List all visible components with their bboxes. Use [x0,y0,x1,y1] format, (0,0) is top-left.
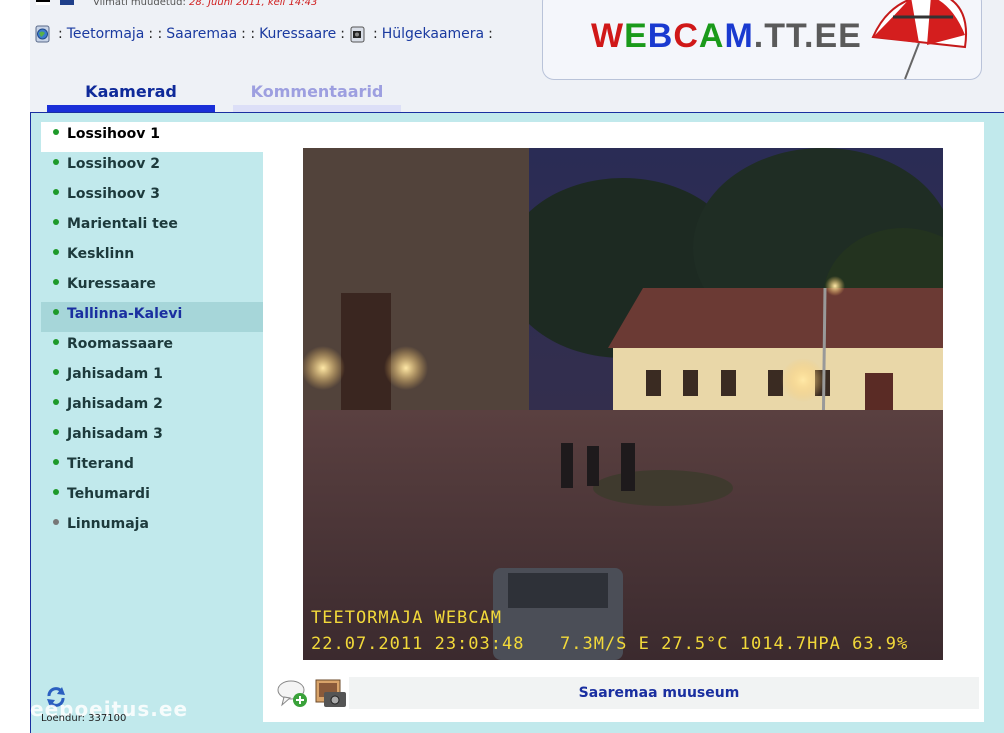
camera-item-label: Marientali tee [67,216,178,232]
updated-date: 28. Juuni 2011, kell 14:43 [189,0,318,8]
online-status-icon [53,399,59,405]
camera-item[interactable]: Jahisadam 1 [41,362,263,392]
camera-item[interactable]: Lossihoov 2 [41,152,263,182]
logo-text: WEBCAM.TT.EE [591,17,862,56]
online-status-icon [53,249,59,255]
online-status-icon [53,309,59,315]
online-status-icon [53,429,59,435]
camera-item[interactable]: Kesklinn [41,242,263,272]
online-status-icon [53,339,59,345]
camera-item[interactable]: Titerand [41,452,263,482]
webcam-weather-readout: 7.3M/S E 27.5°C 1014.7HPA 63.9% [560,634,909,654]
webcam-timestamp: 22.07.2011 23:03:48 [311,634,525,654]
camera-item-label: Lossihoov 1 [67,126,160,142]
online-status-icon [53,369,59,375]
camera-item-label: Jahisadam 3 [67,426,163,442]
camera-item-label: Lossihoov 2 [67,156,160,172]
camera-item[interactable]: Lossihoov 1 [41,122,263,152]
camera-item[interactable]: Tallinna-Kalevi [41,302,263,332]
logo-domain: .TT.EE [753,17,862,55]
tab-kommentaarid[interactable]: Kommentaarid [233,80,401,112]
camera-item-label: Tehumardi [67,486,150,502]
camera-item[interactable]: Linnumaja [41,512,263,542]
site-logo[interactable]: WEBCAM.TT.EE [542,0,982,80]
offline-status-icon [53,519,59,525]
camera-item-label: Titerand [67,456,134,472]
estonian-flag-icon[interactable] [36,0,50,5]
globe-icon[interactable] [34,24,52,44]
camera-caption-link[interactable]: Saaremaa muuseum [349,677,969,709]
photo-camera-icon[interactable] [314,678,348,710]
camera-item[interactable]: Marientali tee [41,212,263,242]
breadcrumb-separator: : : [241,26,256,42]
visit-counter: Loendur: 337100 [41,713,127,724]
camera-item-label: Lossihoov 3 [67,186,160,202]
online-status-icon [53,159,59,165]
camera-item-label: Tallinna-Kalevi [67,306,183,322]
breadcrumb-hulgekaamera[interactable]: Hülgekaamera [382,26,484,42]
camera-item[interactable]: Jahisadam 3 [41,422,263,452]
online-status-icon [53,459,59,465]
breadcrumb-saaremaa[interactable]: Saaremaa [166,26,237,42]
webcam-title: TEETORMAJA WEBCAM [311,608,502,628]
camera-item-label: Jahisadam 1 [67,366,163,382]
webcam-scene [303,148,943,660]
logo-webcam: WEBCAM [591,17,754,55]
online-status-icon [53,189,59,195]
online-status-icon [53,489,59,495]
camera-item-label: Jahisadam 2 [67,396,163,412]
webcam-image[interactable]: TEETORMAJA WEBCAM 22.07.2011 23:03:48 7.… [303,148,943,660]
breadcrumb-separator: : : [148,26,163,42]
camera-item[interactable]: Kuressaare [41,272,263,302]
breadcrumb-kuressaare[interactable]: Kuressaare [259,26,336,42]
camera-item[interactable]: Jahisadam 2 [41,392,263,422]
camera-item[interactable]: Roomassaare [41,332,263,362]
video-camera-icon[interactable] [349,24,367,44]
camera-item-label: Roomassaare [67,336,174,352]
tab-kaamerad[interactable]: Kaamerad [47,80,215,112]
camera-list: Lossihoov 1 Lossihoov 2 Lossihoov 3 Marient… [41,122,263,542]
camera-item[interactable]: Tehumardi [41,482,263,512]
last-updated: Viimati muudetud: 28. Juuni 2011, kell 1… [93,0,317,8]
camera-item-label: Linnumaja [67,516,149,532]
online-status-icon [53,219,59,225]
camera-item-label: Kesklinn [67,246,135,262]
add-comment-icon[interactable] [276,679,310,709]
updated-label: Viimati muudetud: [93,0,186,8]
camera-item-label: Kuressaare [67,276,156,292]
breadcrumb-separator: : [340,26,346,42]
umbrella-icon [871,0,967,80]
breadcrumb-separator: : [488,26,493,42]
breadcrumb-separator: : [373,26,378,42]
online-status-icon [53,279,59,285]
online-status-icon [53,129,59,135]
camera-item[interactable]: Lossihoov 3 [41,182,263,212]
breadcrumb: : Teetormaja : : Saaremaa : : Kuressaare… [34,24,497,44]
english-flag-icon[interactable] [60,0,74,5]
breadcrumb-separator: : [58,26,63,42]
breadcrumb-teetormaja[interactable]: Teetormaja [67,26,145,42]
left-margin [0,0,30,733]
